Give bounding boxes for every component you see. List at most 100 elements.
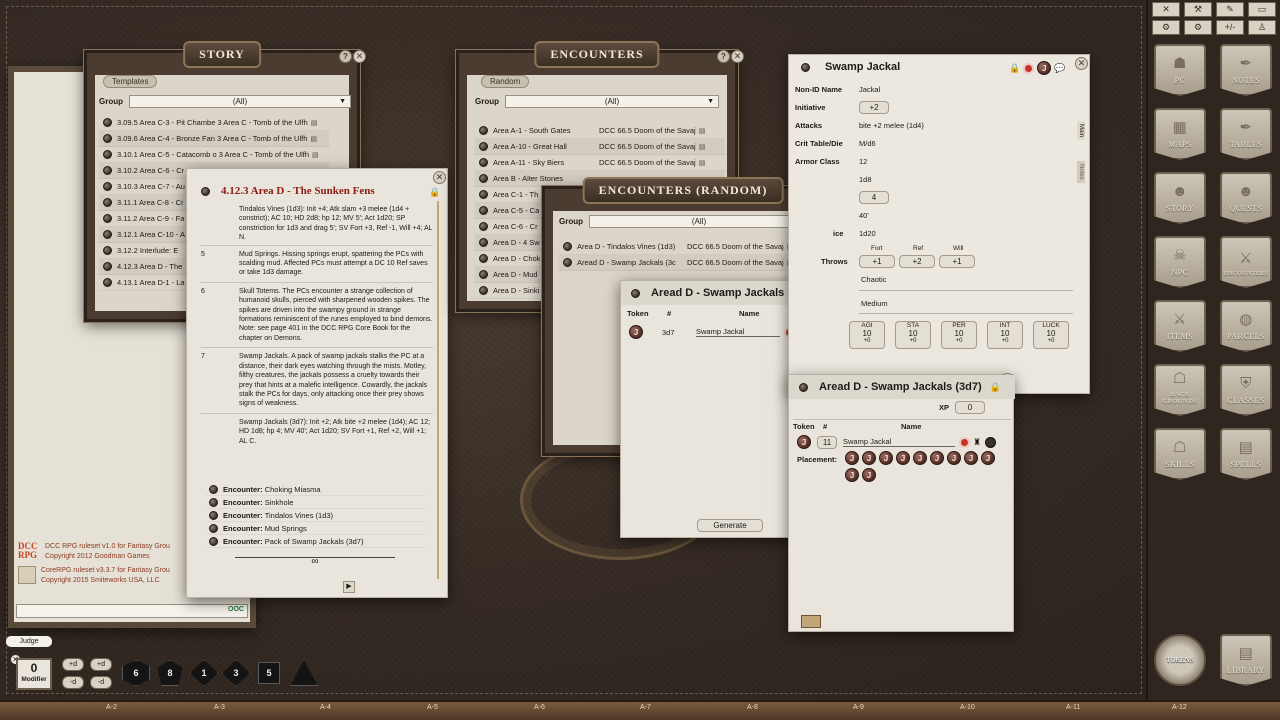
book-icon[interactable]: ▤ bbox=[312, 151, 319, 159]
placement-token[interactable]: J bbox=[896, 451, 910, 465]
sidebar-item-spells[interactable]: ▤ SPELLS bbox=[1220, 428, 1272, 480]
person-icon[interactable]: ♜ bbox=[973, 437, 981, 448]
encounter-link[interactable]: Encounter: Sinkhole bbox=[205, 496, 425, 509]
link-icon[interactable] bbox=[209, 510, 218, 520]
dice-plus-d-button[interactable]: +d bbox=[90, 658, 112, 671]
encounter-link[interactable]: Encounter: Pack of Swamp Jackals (3d7) bbox=[205, 535, 425, 548]
token-icon[interactable]: J bbox=[797, 435, 811, 449]
placement-token[interactable]: J bbox=[947, 451, 961, 465]
encounter-link[interactable]: Encounter: Mud Springs bbox=[205, 522, 425, 535]
d10-die-icon[interactable]: 1 bbox=[190, 660, 218, 686]
ability-int[interactable]: INT 10 +0 bbox=[987, 321, 1023, 349]
list-item[interactable]: Area D - Tindalos Vines (1d3) DCC 66.5 Do… bbox=[559, 239, 809, 255]
list-item[interactable]: 3.10.1 Area C-5 - Catacomb o 3 Area C - … bbox=[99, 147, 329, 163]
fort-save-value[interactable]: +1 bbox=[859, 255, 895, 268]
sidebar-item-backgrounds[interactable]: ☖ BACK GROUNDS bbox=[1154, 364, 1206, 416]
placement-token[interactable]: J bbox=[913, 451, 927, 465]
dice-minus-d-button[interactable]: -d bbox=[62, 676, 84, 689]
tokens-button[interactable]: TOKENS bbox=[1154, 634, 1206, 686]
placement-token[interactable]: J bbox=[845, 451, 859, 465]
ability-luck[interactable]: LUCK 10 +0 bbox=[1033, 321, 1069, 349]
encounter-link[interactable]: Encounter: Tindalos Vines (1d3) bbox=[205, 509, 425, 522]
ref-save-value[interactable]: +2 bbox=[899, 255, 935, 268]
book-icon[interactable]: ▤ bbox=[311, 119, 318, 127]
tool-button[interactable]: ⚙ bbox=[1152, 20, 1180, 35]
book-icon[interactable]: ▤ bbox=[699, 127, 706, 135]
count-field[interactable]: 11 bbox=[817, 435, 837, 449]
story-entry-scrollbar[interactable] bbox=[437, 201, 439, 579]
close-button[interactable]: ✕ bbox=[433, 171, 446, 184]
lock-icon[interactable]: 🔒 bbox=[429, 187, 440, 198]
hit-dice-value[interactable]: 1d8 bbox=[859, 175, 872, 184]
d4-die-icon[interactable] bbox=[290, 660, 318, 686]
link-icon[interactable] bbox=[209, 523, 218, 533]
help-button[interactable]: ? bbox=[717, 50, 730, 63]
placement-token[interactable]: J bbox=[845, 468, 859, 482]
placement-token[interactable]: J bbox=[879, 451, 893, 465]
sidebar-item-npc[interactable]: ☠ NPC bbox=[1154, 236, 1206, 288]
tool-button[interactable]: ▭ bbox=[1248, 2, 1276, 17]
group-dropdown[interactable]: (All) ▼ bbox=[505, 95, 719, 108]
link-icon[interactable] bbox=[1023, 62, 1035, 74]
ability-agi[interactable]: AGI 10 +0 bbox=[849, 321, 885, 349]
sidebar-item-notes[interactable]: ✒ NOTES bbox=[1220, 44, 1272, 96]
close-button[interactable]: ✕ bbox=[731, 50, 744, 63]
alignment-value[interactable]: Chaotic bbox=[861, 275, 886, 284]
list-item[interactable]: Aread D - Swamp Jackals (3c DCC 66.5 Doom… bbox=[559, 255, 809, 271]
encounter-detail-window[interactable]: ✕ Aread D - Swamp Jackals (3d7) 🔒 XP 0 T… bbox=[788, 373, 1015, 632]
tab-templates[interactable]: Templates bbox=[103, 75, 158, 88]
side-tab-notes[interactable]: Notes bbox=[1077, 161, 1085, 183]
token-icon[interactable]: J bbox=[629, 325, 643, 339]
sidebar-item-classes[interactable]: ⛨ CLASSES bbox=[1220, 364, 1272, 416]
generate-button[interactable]: Generate bbox=[697, 519, 763, 532]
placement-token[interactable]: J bbox=[930, 451, 944, 465]
sidebar-item-parcels[interactable]: ◍ PARCELS bbox=[1220, 300, 1272, 352]
d6-die-icon[interactable]: 5 bbox=[258, 662, 280, 684]
armor-class-value[interactable]: 12 bbox=[859, 157, 867, 166]
xp-field[interactable]: 0 bbox=[955, 401, 986, 414]
tool-button[interactable]: ✎ bbox=[1216, 2, 1244, 17]
list-item[interactable]: 3.09.6 Area C-4 - Bronze Fan 3 Area C - … bbox=[99, 131, 329, 147]
link-icon[interactable] bbox=[209, 536, 218, 546]
link-icon[interactable] bbox=[959, 436, 970, 448]
side-tab-main[interactable]: Main bbox=[1077, 121, 1085, 141]
will-save-value[interactable]: +1 bbox=[939, 255, 975, 268]
dice-plus-d-button[interactable]: +d bbox=[62, 658, 84, 671]
placement-token[interactable]: J bbox=[981, 451, 995, 465]
library-button[interactable]: ▤ LIBRARY bbox=[1220, 634, 1272, 686]
close-button[interactable]: ✕ bbox=[353, 50, 366, 63]
tool-button[interactable]: ♙ bbox=[1248, 20, 1276, 35]
size-value[interactable]: Medium bbox=[861, 299, 888, 308]
sidebar-item-pc[interactable]: ☗ PC bbox=[1154, 44, 1206, 96]
tool-button[interactable]: ⚒ bbox=[1184, 2, 1212, 17]
d20-die-icon[interactable]: 6 bbox=[122, 660, 150, 686]
table-row[interactable]: J 11 Swamp Jackal ♜ bbox=[797, 435, 997, 449]
speed-value[interactable]: 40' bbox=[859, 211, 869, 220]
ability-per[interactable]: PER 10 +0 bbox=[941, 321, 977, 349]
list-item[interactable]: 3.09.5 Area C-3 - Pit Chambe 3 Area C - … bbox=[99, 115, 329, 131]
ability-sta[interactable]: STA 10 +0 bbox=[895, 321, 931, 349]
play-arrow-icon[interactable]: ▶ bbox=[343, 581, 355, 593]
link-icon[interactable] bbox=[209, 484, 218, 494]
hit-points-value[interactable]: 4 bbox=[859, 191, 889, 204]
tool-button[interactable]: ⚙ bbox=[1184, 20, 1212, 35]
crit-value[interactable]: M/d6 bbox=[859, 139, 876, 148]
tab-random[interactable]: Random bbox=[481, 75, 530, 88]
action-dice-value[interactable]: 1d20 bbox=[859, 229, 876, 238]
delete-icon[interactable] bbox=[985, 436, 997, 448]
chat-input[interactable]: OOC bbox=[16, 604, 248, 618]
list-item[interactable]: Area A-1 - South Gates DCC 66.5 Doom of t… bbox=[475, 123, 725, 139]
sidebar-item-tables[interactable]: ✒ TABLES bbox=[1220, 108, 1272, 160]
list-item[interactable]: Area A-10 - Great Hall DCC 66.5 Doom of t… bbox=[475, 139, 725, 155]
book-icon[interactable]: ▤ bbox=[699, 159, 706, 167]
tool-button[interactable]: +/- bbox=[1216, 20, 1244, 35]
book-icon[interactable]: ▤ bbox=[699, 143, 706, 151]
envelope-icon[interactable] bbox=[801, 615, 821, 628]
sidebar-item-skills[interactable]: ☖ SKILLS bbox=[1154, 428, 1206, 480]
sidebar-item-items[interactable]: ⚔ ITEMS bbox=[1154, 300, 1206, 352]
token-icon[interactable]: J bbox=[1037, 61, 1052, 75]
chat-icon[interactable]: 💬 bbox=[1054, 63, 1065, 74]
dice-minus-d-button[interactable]: -d bbox=[90, 676, 112, 689]
sidebar-item-story[interactable]: ☻ STORY bbox=[1154, 172, 1206, 224]
placement-token[interactable]: J bbox=[862, 468, 876, 482]
